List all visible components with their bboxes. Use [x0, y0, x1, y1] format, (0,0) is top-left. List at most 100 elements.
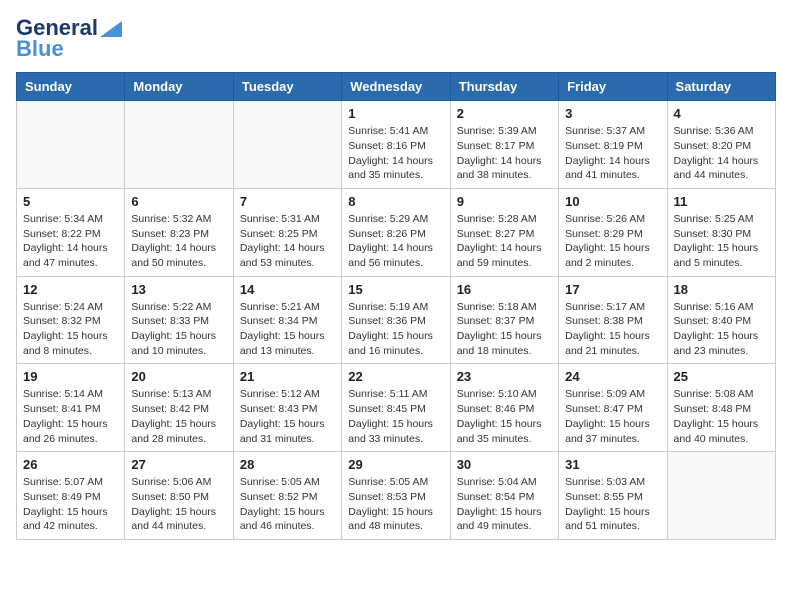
calendar-week-1: 1 Sunrise: 5:41 AMSunset: 8:16 PMDaylight… [17, 101, 776, 189]
day-info: Sunrise: 5:04 AMSunset: 8:54 PMDaylight:… [457, 475, 552, 534]
day-number: 5 [23, 194, 118, 209]
day-number: 18 [674, 282, 769, 297]
day-number: 16 [457, 282, 552, 297]
day-info: Sunrise: 5:41 AMSunset: 8:16 PMDaylight:… [348, 124, 443, 183]
day-number: 24 [565, 369, 660, 384]
day-number: 22 [348, 369, 443, 384]
calendar-cell: 15 Sunrise: 5:19 AMSunset: 8:36 PMDayligh… [342, 276, 450, 364]
day-info: Sunrise: 5:19 AMSunset: 8:36 PMDaylight:… [348, 300, 443, 359]
calendar-header-tuesday: Tuesday [233, 73, 341, 101]
calendar-cell: 23 Sunrise: 5:10 AMSunset: 8:46 PMDayligh… [450, 364, 558, 452]
calendar-cell: 16 Sunrise: 5:18 AMSunset: 8:37 PMDayligh… [450, 276, 558, 364]
day-info: Sunrise: 5:22 AMSunset: 8:33 PMDaylight:… [131, 300, 226, 359]
calendar-cell: 2Sunrise: 5:39 AMSunset: 8:17 PMDaylight… [450, 101, 558, 189]
calendar-table: SundayMondayTuesdayWednesdayThursdayFrid… [16, 72, 776, 540]
calendar-week-3: 12Sunrise: 5:24 AMSunset: 8:32 PMDayligh… [17, 276, 776, 364]
calendar-header-sunday: Sunday [17, 73, 125, 101]
day-number: 9 [457, 194, 552, 209]
day-number: 2 [457, 106, 552, 121]
calendar-cell: 5 Sunrise: 5:34 AMSunset: 8:22 PMDaylight… [17, 188, 125, 276]
day-info: Sunrise: 5:34 AMSunset: 8:22 PMDaylight:… [23, 212, 118, 271]
calendar-cell: 29Sunrise: 5:05 AMSunset: 8:53 PMDayligh… [342, 452, 450, 540]
page-header: General Blue [16, 16, 776, 62]
calendar-cell: 24 Sunrise: 5:09 AMSunset: 8:47 PMDayligh… [559, 364, 667, 452]
day-info: Sunrise: 5:10 AMSunset: 8:46 PMDaylight:… [457, 387, 552, 446]
calendar-cell: 12Sunrise: 5:24 AMSunset: 8:32 PMDayligh… [17, 276, 125, 364]
day-number: 3 [565, 106, 660, 121]
calendar-cell: 20 Sunrise: 5:13 AMSunset: 8:42 PMDayligh… [125, 364, 233, 452]
day-info: Sunrise: 5:32 AMSunset: 8:23 PMDaylight:… [131, 212, 226, 271]
calendar-cell: 27 Sunrise: 5:06 AMSunset: 8:50 PMDayligh… [125, 452, 233, 540]
calendar-cell: 9 Sunrise: 5:28 AMSunset: 8:27 PMDaylight… [450, 188, 558, 276]
day-number: 10 [565, 194, 660, 209]
calendar-cell: 17 Sunrise: 5:17 AMSunset: 8:38 PMDayligh… [559, 276, 667, 364]
day-info: Sunrise: 5:31 AMSunset: 8:25 PMDaylight:… [240, 212, 335, 271]
calendar-cell [125, 101, 233, 189]
day-number: 14 [240, 282, 335, 297]
day-info: Sunrise: 5:06 AMSunset: 8:50 PMDaylight:… [131, 475, 226, 534]
day-info: Sunrise: 5:07 AMSunset: 8:49 PMDaylight:… [23, 475, 118, 534]
day-number: 11 [674, 194, 769, 209]
day-info: Sunrise: 5:25 AMSunset: 8:30 PMDaylight:… [674, 212, 769, 271]
day-info: Sunrise: 5:17 AMSunset: 8:38 PMDaylight:… [565, 300, 660, 359]
calendar-cell: 18 Sunrise: 5:16 AMSunset: 8:40 PMDayligh… [667, 276, 775, 364]
calendar-header-thursday: Thursday [450, 73, 558, 101]
day-info: Sunrise: 5:16 AMSunset: 8:40 PMDaylight:… [674, 300, 769, 359]
day-info: Sunrise: 5:26 AMSunset: 8:29 PMDaylight:… [565, 212, 660, 271]
calendar-cell: 19 Sunrise: 5:14 AMSunset: 8:41 PMDayligh… [17, 364, 125, 452]
day-info: Sunrise: 5:12 AMSunset: 8:43 PMDaylight:… [240, 387, 335, 446]
day-number: 25 [674, 369, 769, 384]
calendar-cell [233, 101, 341, 189]
calendar-cell: 6 Sunrise: 5:32 AMSunset: 8:23 PMDaylight… [125, 188, 233, 276]
day-number: 30 [457, 457, 552, 472]
calendar-header-wednesday: Wednesday [342, 73, 450, 101]
day-number: 21 [240, 369, 335, 384]
day-info: Sunrise: 5:29 AMSunset: 8:26 PMDaylight:… [348, 212, 443, 271]
day-number: 15 [348, 282, 443, 297]
day-info: Sunrise: 5:21 AMSunset: 8:34 PMDaylight:… [240, 300, 335, 359]
day-number: 6 [131, 194, 226, 209]
calendar-cell: 13 Sunrise: 5:22 AMSunset: 8:33 PMDayligh… [125, 276, 233, 364]
calendar-cell: 14 Sunrise: 5:21 AMSunset: 8:34 PMDayligh… [233, 276, 341, 364]
day-info: Sunrise: 5:08 AMSunset: 8:48 PMDaylight:… [674, 387, 769, 446]
day-info: Sunrise: 5:05 AMSunset: 8:52 PMDaylight:… [240, 475, 335, 534]
calendar-cell: 21 Sunrise: 5:12 AMSunset: 8:43 PMDayligh… [233, 364, 341, 452]
day-info: Sunrise: 5:24 AMSunset: 8:32 PMDaylight:… [23, 300, 118, 359]
calendar-header-saturday: Saturday [667, 73, 775, 101]
calendar-header-friday: Friday [559, 73, 667, 101]
day-info: Sunrise: 5:14 AMSunset: 8:41 PMDaylight:… [23, 387, 118, 446]
calendar-cell: 25 Sunrise: 5:08 AMSunset: 8:48 PMDayligh… [667, 364, 775, 452]
calendar-cell: 3 Sunrise: 5:37 AMSunset: 8:19 PMDaylight… [559, 101, 667, 189]
day-info: Sunrise: 5:36 AMSunset: 8:20 PMDaylight:… [674, 124, 769, 183]
logo: General Blue [16, 16, 122, 62]
calendar-week-2: 5 Sunrise: 5:34 AMSunset: 8:22 PMDaylight… [17, 188, 776, 276]
day-number: 26 [23, 457, 118, 472]
day-info: Sunrise: 5:03 AMSunset: 8:55 PMDaylight:… [565, 475, 660, 534]
calendar-cell: 28Sunrise: 5:05 AMSunset: 8:52 PMDayligh… [233, 452, 341, 540]
day-number: 13 [131, 282, 226, 297]
calendar-cell: 26 Sunrise: 5:07 AMSunset: 8:49 PMDayligh… [17, 452, 125, 540]
calendar-cell: 11 Sunrise: 5:25 AMSunset: 8:30 PMDayligh… [667, 188, 775, 276]
calendar-cell: 1 Sunrise: 5:41 AMSunset: 8:16 PMDaylight… [342, 101, 450, 189]
day-info: Sunrise: 5:37 AMSunset: 8:19 PMDaylight:… [565, 124, 660, 183]
day-number: 1 [348, 106, 443, 121]
day-number: 29 [348, 457, 443, 472]
day-info: Sunrise: 5:28 AMSunset: 8:27 PMDaylight:… [457, 212, 552, 271]
day-number: 27 [131, 457, 226, 472]
day-info: Sunrise: 5:13 AMSunset: 8:42 PMDaylight:… [131, 387, 226, 446]
calendar-cell: 7Sunrise: 5:31 AMSunset: 8:25 PMDaylight… [233, 188, 341, 276]
day-number: 20 [131, 369, 226, 384]
day-number: 23 [457, 369, 552, 384]
day-number: 17 [565, 282, 660, 297]
day-number: 19 [23, 369, 118, 384]
calendar-cell: 30 Sunrise: 5:04 AMSunset: 8:54 PMDayligh… [450, 452, 558, 540]
calendar-header-row: SundayMondayTuesdayWednesdayThursdayFrid… [17, 73, 776, 101]
logo-icon [100, 21, 122, 37]
calendar-cell: 8Sunrise: 5:29 AMSunset: 8:26 PMDaylight… [342, 188, 450, 276]
day-number: 4 [674, 106, 769, 121]
calendar-cell: 10 Sunrise: 5:26 AMSunset: 8:29 PMDayligh… [559, 188, 667, 276]
day-info: Sunrise: 5:11 AMSunset: 8:45 PMDaylight:… [348, 387, 443, 446]
day-info: Sunrise: 5:09 AMSunset: 8:47 PMDaylight:… [565, 387, 660, 446]
calendar-cell: 4 Sunrise: 5:36 AMSunset: 8:20 PMDaylight… [667, 101, 775, 189]
day-info: Sunrise: 5:18 AMSunset: 8:37 PMDaylight:… [457, 300, 552, 359]
